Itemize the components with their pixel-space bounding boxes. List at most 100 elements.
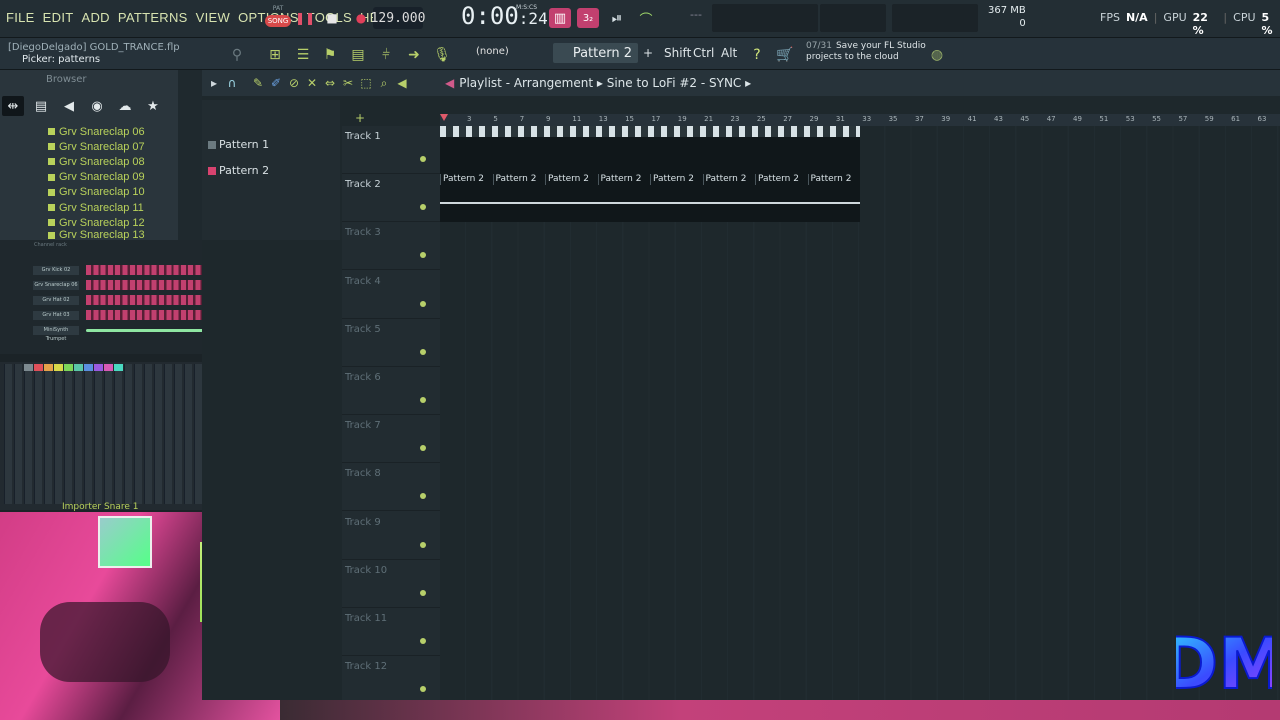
- track-header[interactable]: Track 4: [342, 271, 440, 319]
- cart-icon[interactable]: 🛒: [774, 44, 796, 66]
- paint-icon[interactable]: ✐: [268, 75, 284, 91]
- list-item[interactable]: Grv Snareclap 07: [48, 139, 145, 154]
- menu-arrow-icon[interactable]: ▸: [206, 75, 222, 91]
- plugin-icon[interactable]: ⫩: [375, 44, 397, 66]
- list-item[interactable]: Grv Snareclap 12: [48, 215, 145, 230]
- arrow-icon[interactable]: ➜: [403, 44, 425, 66]
- snap-magnet-icon[interactable]: ⚲: [226, 44, 248, 66]
- delete-icon[interactable]: ⊘: [286, 75, 302, 91]
- list-item[interactable]: Grv Snareclap 11: [48, 200, 145, 215]
- pattern-clip[interactable]: Pattern 2: [545, 174, 598, 185]
- mixer-track[interactable]: [44, 364, 52, 504]
- record-icon[interactable]: ●: [352, 9, 370, 27]
- loop-record-icon[interactable]: ⌒: [635, 8, 657, 28]
- pause-icon[interactable]: ❚❚: [295, 9, 315, 27]
- playlist-grid[interactable]: Pattern 2 Pattern 2 Pattern 2 Pattern 2 Patt…: [440, 126, 1280, 700]
- mixer-icon[interactable]: ▤: [347, 44, 369, 66]
- pattern-clip[interactable]: Pattern 2: [492, 174, 546, 185]
- clip-lane-track-1[interactable]: [440, 126, 860, 174]
- browser-cloud-icon[interactable]: ☁: [114, 96, 136, 116]
- browser-favorites-icon[interactable]: ★: [142, 96, 164, 116]
- picker-item-pattern-2[interactable]: Pattern 2: [208, 164, 269, 177]
- track-header[interactable]: Track 12: [342, 656, 440, 705]
- mixer-track[interactable]: [144, 364, 152, 504]
- magnet-icon[interactable]: ∩: [224, 75, 240, 91]
- pencil-icon[interactable]: ✎: [250, 75, 266, 91]
- ctrl-button[interactable]: Ctrl: [693, 46, 714, 60]
- alt-button[interactable]: Alt: [721, 46, 737, 60]
- track-enable-dot[interactable]: [420, 348, 426, 355]
- channel-rack-icon[interactable]: ⚑: [319, 44, 341, 66]
- mixer-track[interactable]: [4, 364, 12, 504]
- pattern-clip[interactable]: Pattern 2: [650, 174, 703, 185]
- wait-icon[interactable]: ⏯: [606, 8, 628, 28]
- microphone-icon[interactable]: 🎙: [431, 44, 453, 66]
- pattern-clip[interactable]: Pattern 2: [807, 174, 861, 185]
- track-header[interactable]: Track 1: [342, 126, 440, 174]
- list-item[interactable]: Grv Snareclap 13: [48, 230, 145, 240]
- slip-icon[interactable]: ⇔: [322, 75, 338, 91]
- mixer-track[interactable]: [164, 364, 172, 504]
- pattern-clip-steps[interactable]: [440, 126, 860, 137]
- pattern-clip[interactable]: Pattern 2: [440, 174, 493, 185]
- track-enable-dot[interactable]: [420, 156, 426, 162]
- clip-lane-track-2[interactable]: Pattern 2 Pattern 2 Pattern 2 Pattern 2 Patt…: [440, 174, 860, 222]
- track-header[interactable]: Track 5: [342, 319, 440, 367]
- pattern-clip[interactable]: Pattern 2: [755, 174, 808, 185]
- stop-icon[interactable]: ■: [323, 9, 341, 27]
- mixer-track[interactable]: [84, 364, 92, 504]
- list-item[interactable]: Grv Snareclap 08: [48, 154, 145, 169]
- menu-edit[interactable]: EDIT: [43, 10, 74, 25]
- track-enable-dot[interactable]: [420, 397, 426, 403]
- globe-icon[interactable]: ◍: [926, 44, 948, 66]
- menu-add[interactable]: ADD: [81, 10, 109, 25]
- pattern-clip-header[interactable]: [440, 126, 860, 137]
- menu-file[interactable]: FILE: [6, 10, 35, 25]
- speaker-icon[interactable]: ◀: [394, 75, 410, 91]
- track-header[interactable]: Track 9: [342, 512, 440, 560]
- browser-all-icon[interactable]: ⇹: [2, 96, 24, 116]
- pat-song-toggle[interactable]: PAT SONG: [265, 5, 291, 31]
- track-enable-dot[interactable]: [420, 541, 426, 548]
- pattern-selector[interactable]: Pattern 2: [553, 43, 638, 63]
- track-header[interactable]: Track 11: [342, 608, 440, 656]
- track-enable-dot[interactable]: [420, 589, 426, 596]
- metronome-icon[interactable]: ▥: [549, 8, 571, 28]
- browser-scrollbar[interactable]: [178, 70, 202, 240]
- mixer-track[interactable]: [184, 364, 192, 504]
- track-enable-dot[interactable]: [420, 493, 426, 500]
- list-item[interactable]: Grv Snareclap 09: [48, 170, 145, 185]
- track-header[interactable]: Track 10: [342, 560, 440, 608]
- add-pattern-button[interactable]: +: [643, 46, 653, 60]
- mixer-track[interactable]: [94, 364, 102, 504]
- none-selector[interactable]: (none): [476, 46, 509, 57]
- news-panel[interactable]: 07/31 Save your FL Studio projects to the…: [806, 41, 926, 63]
- picker-item-pattern-1[interactable]: Pattern 1: [208, 138, 269, 151]
- track-header[interactable]: Track 3: [342, 222, 440, 271]
- mixer-track[interactable]: [74, 364, 82, 504]
- track-enable-dot[interactable]: [420, 300, 426, 307]
- mixer-track[interactable]: [194, 364, 202, 504]
- browser-plugins-icon[interactable]: ◉: [86, 96, 108, 116]
- pattern-clip[interactable]: Pattern 2: [702, 174, 756, 185]
- pattern-clip[interactable]: Pattern 2: [597, 174, 651, 185]
- track-header[interactable]: Track 8: [342, 463, 440, 512]
- zoom-icon[interactable]: ⌕: [376, 75, 392, 91]
- tempo-display[interactable]: 129.000: [371, 7, 425, 29]
- track-enable-dot[interactable]: [420, 686, 426, 693]
- channel-name[interactable]: Grv Hat 02: [33, 296, 79, 305]
- list-item[interactable]: Grv Snareclap 06: [48, 124, 145, 139]
- mixer-track[interactable]: [24, 364, 32, 504]
- timeline-ruler[interactable]: 3 5 7 9 11 13 15 17 19 21 23 25 27 29 31 33 35 37 39 41 43 45…: [440, 114, 1280, 126]
- mixer-track[interactable]: [34, 364, 42, 504]
- mixer-track[interactable]: [124, 364, 132, 504]
- channel-name[interactable]: Grv Snareclap 06: [33, 281, 79, 290]
- mixer-track[interactable]: [104, 364, 112, 504]
- pattern-clip-notes[interactable]: [440, 202, 860, 204]
- mute-icon[interactable]: ✕: [304, 75, 320, 91]
- help-icon[interactable]: ?: [746, 44, 768, 66]
- channel-name[interactable]: Grv Hat 03: [33, 311, 79, 320]
- menu-patterns[interactable]: PATTERNS: [118, 10, 188, 25]
- countdown-icon[interactable]: 3₂: [577, 8, 599, 28]
- channel-name[interactable]: MiniSynth Trumpet: [33, 326, 79, 342]
